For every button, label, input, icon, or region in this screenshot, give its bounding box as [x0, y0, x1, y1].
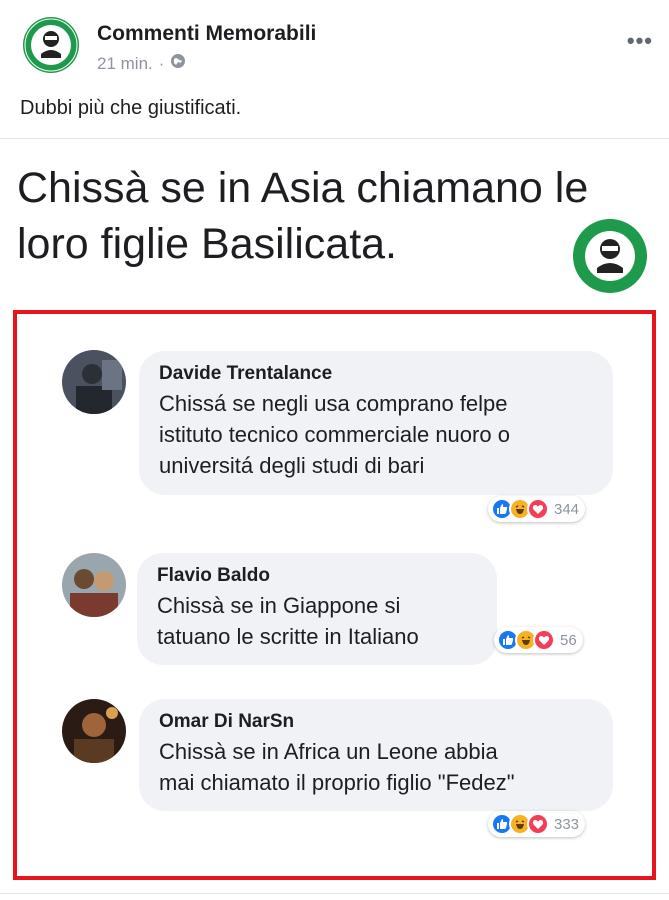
comment-avatar[interactable] — [62, 553, 126, 617]
page-name[interactable]: Commenti Memorabili — [97, 22, 316, 46]
comment-text-line: Chissá se negli usa comprano felpe — [159, 391, 508, 416]
love-icon — [527, 498, 549, 520]
watermark-logo-icon — [572, 218, 648, 294]
image-title-line2: loro figlie Basilicata. — [17, 220, 398, 268]
love-icon — [533, 629, 555, 651]
comment-text: Chissà se in Giappone si tatuano le scri… — [157, 590, 479, 652]
reaction-count: 344 — [554, 500, 580, 518]
post-header: Commenti Memorabili 21 min. · ••• — [0, 0, 669, 90]
comment-bubble: Flavio Baldo Chissà se in Giappone si ta… — [137, 553, 497, 665]
comment-avatar[interactable] — [62, 699, 126, 763]
post-meta: 21 min. · — [97, 53, 186, 74]
reaction-count: 56 — [560, 631, 577, 649]
more-options-button[interactable]: ••• — [627, 28, 653, 54]
comment-text-line: Chissà se in Africa un Leone abbia — [159, 739, 498, 764]
meta-separator: · — [158, 53, 165, 73]
comment-bubble: Omar Di NarSn Chissà se in Africa un Leo… — [139, 699, 613, 811]
globe-icon — [170, 53, 186, 74]
love-icon — [527, 813, 549, 835]
comment-avatar[interactable] — [62, 350, 126, 414]
post-time[interactable]: 21 min. — [97, 54, 153, 74]
image-title: Chissà se in Asia chiamano le loro figli… — [17, 160, 657, 272]
comment-author[interactable]: Omar Di NarSn — [159, 711, 595, 733]
reaction-count: 333 — [554, 815, 580, 833]
image-title-line1: Chissà se in Asia chiamano le — [17, 164, 589, 212]
comment-text: Chissá se negli usa comprano felpe istit… — [159, 388, 595, 481]
divider — [0, 893, 669, 894]
comment-text: Chissà se in Africa un Leone abbia mai c… — [159, 736, 595, 798]
post-caption: Dubbi più che giustificati. — [20, 97, 242, 119]
comment-text-line: istituto tecnico commerciale nuoro o — [159, 422, 510, 447]
reaction-summary[interactable]: 56 — [494, 627, 583, 653]
page-avatar[interactable] — [22, 16, 80, 74]
comment-author[interactable]: Flavio Baldo — [157, 565, 479, 587]
comment-author[interactable]: Davide Trentalance — [159, 363, 595, 385]
reaction-summary[interactable]: 344 — [488, 496, 586, 522]
comment-text-line: Chissà se in Giappone si — [157, 593, 401, 618]
comment-text-line: universitá degli studi di bari — [159, 453, 425, 478]
reaction-summary[interactable]: 333 — [488, 811, 586, 837]
comment-text-line: tatuano le scritte in Italiano — [157, 624, 419, 649]
commenti-memorabili-logo-icon — [23, 17, 79, 73]
comment-text-line: mai chiamato il proprio figlio "Fedez" — [159, 770, 515, 795]
comment-bubble: Davide Trentalance Chissá se negli usa c… — [139, 351, 613, 495]
